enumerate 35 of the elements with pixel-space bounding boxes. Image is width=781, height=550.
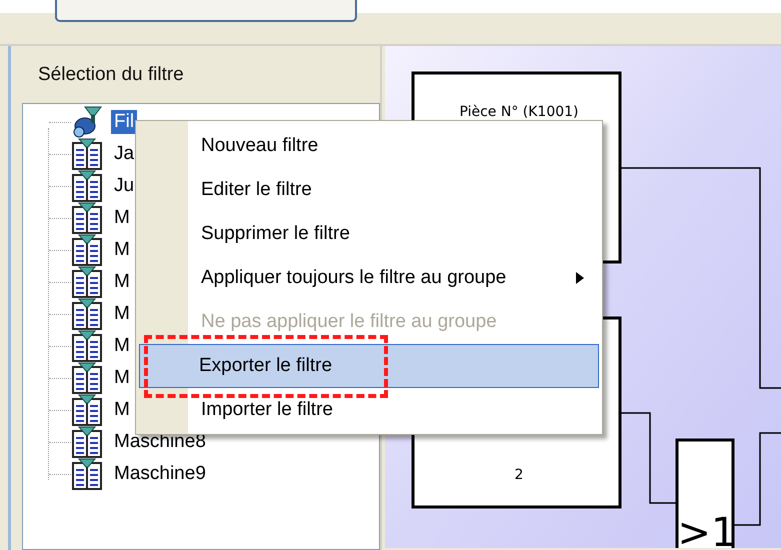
book-icon [71, 394, 103, 426]
book-icon [71, 234, 103, 266]
tree-item[interactable]: M [111, 398, 133, 422]
panel-title: Sélection du filtre [38, 64, 184, 86]
funnel-icon [71, 106, 103, 138]
book-icon [71, 266, 103, 298]
menu-item[interactable]: Importer le filtre [139, 396, 599, 424]
tree-item[interactable]: Fil [111, 110, 138, 134]
tree-item[interactable]: M [111, 270, 133, 294]
book-icon [71, 458, 103, 490]
menu-item[interactable]: Supprimer le filtre [139, 220, 599, 248]
book-icon [71, 298, 103, 330]
menu-item[interactable]: Editer le filtre [139, 176, 599, 204]
tree-item[interactable]: Ju [111, 174, 138, 198]
tree-item[interactable]: M [111, 238, 133, 262]
tree-item[interactable]: M [111, 302, 133, 326]
book-icon [71, 202, 103, 234]
book-icon [71, 426, 103, 458]
menu-item[interactable]: Appliquer toujours le filtre au groupe [139, 264, 599, 292]
block-label: 2 [514, 467, 524, 483]
book-icon [71, 138, 103, 170]
book-icon [71, 330, 103, 362]
tree-item[interactable]: M [111, 366, 133, 390]
button[interactable] [55, 0, 357, 22]
tree-item[interactable]: Ja [111, 142, 138, 166]
menu-item[interactable]: Nouveau filtre [139, 132, 599, 160]
block-label: Pièce N° (K1001) [459, 104, 579, 120]
block-label: >1 [678, 510, 736, 548]
book-icon [71, 170, 103, 202]
book-icon [71, 362, 103, 394]
tree-item[interactable]: Maschine9 [111, 462, 209, 486]
tree-item[interactable]: M [111, 334, 133, 358]
tree-item[interactable]: M [111, 206, 133, 230]
submenu-arrow-icon [576, 272, 584, 284]
menu-item[interactable]: Exporter le filtre [139, 344, 599, 388]
